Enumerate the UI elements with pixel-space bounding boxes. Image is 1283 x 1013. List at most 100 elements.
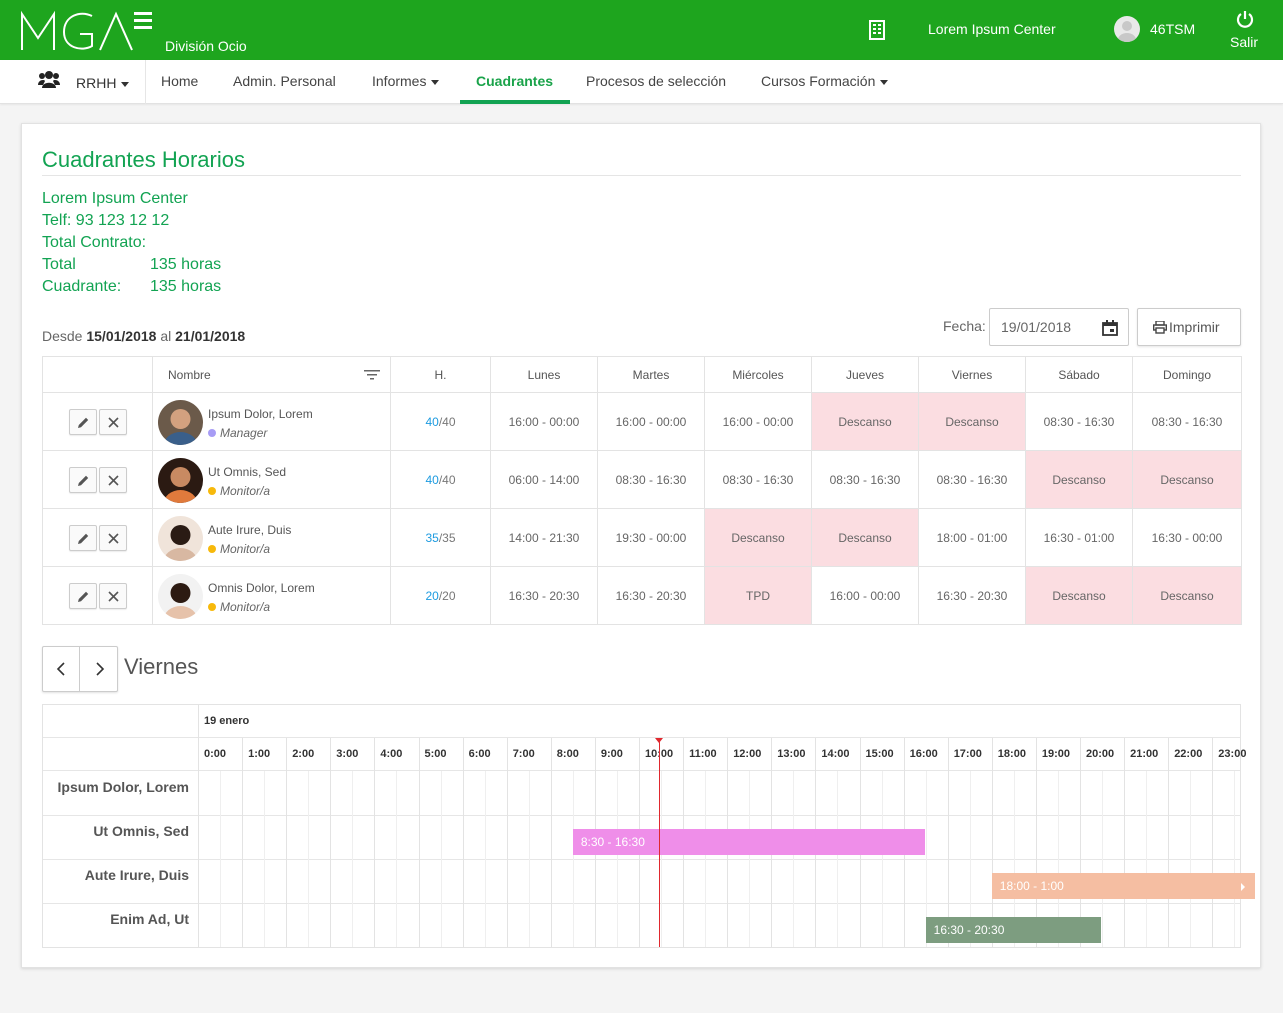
- center-name[interactable]: Lorem Ipsum Center: [928, 21, 1056, 37]
- building-icon: [869, 20, 885, 40]
- caret-down-icon: [431, 79, 440, 85]
- timeline-hour-label: 18:00: [997, 748, 1026, 760]
- delete-button[interactable]: [98, 408, 127, 435]
- delete-button[interactable]: [98, 582, 127, 609]
- nav-group-rrhh[interactable]: RRHH: [0, 60, 146, 104]
- shift-cell[interactable]: Descanso: [1025, 566, 1133, 625]
- next-day-button[interactable]: [81, 647, 118, 691]
- shift-cell[interactable]: 16:30 - 01:00: [1025, 508, 1133, 567]
- shift-cell[interactable]: 16:30 - 20:30: [597, 566, 705, 625]
- name-header[interactable]: Nombre: [152, 356, 391, 393]
- timeline-hour-label: 8:00: [556, 748, 579, 760]
- nav-admin-personal[interactable]: Admin. Personal: [233, 73, 336, 89]
- shift-cell[interactable]: 08:30 - 16:30: [1132, 392, 1242, 451]
- nav-informes[interactable]: Informes: [372, 73, 440, 89]
- row-actions: [42, 566, 153, 625]
- shift-cell[interactable]: 08:30 - 16:30: [1025, 392, 1133, 451]
- user-code[interactable]: 46TSM: [1150, 21, 1195, 37]
- shift-cell[interactable]: 16:30 - 20:30: [490, 566, 598, 625]
- date-input[interactable]: 19/01/2018: [989, 308, 1129, 346]
- shift-cell[interactable]: Descanso: [1132, 450, 1242, 509]
- shift-cell[interactable]: 08:30 - 16:30: [918, 450, 1026, 509]
- nav-home[interactable]: Home: [161, 73, 198, 89]
- table-header-row: Nombre H. Lunes Martes Miércoles Jueves …: [42, 356, 1242, 393]
- timeline-gridline: [550, 738, 552, 947]
- shift-cell[interactable]: Descanso: [811, 508, 919, 567]
- chevron-right-icon: [96, 662, 105, 676]
- shift-cell[interactable]: 19:30 - 00:00: [597, 508, 705, 567]
- edit-button[interactable]: [68, 524, 97, 551]
- employee-cell[interactable]: Ut Omnis, Sed Monitor/a: [152, 450, 391, 509]
- shift-cell[interactable]: 16:00 - 00:00: [490, 392, 598, 451]
- shift-cell[interactable]: 16:30 - 00:00: [1132, 508, 1242, 567]
- nav-procesos-seleccion[interactable]: Procesos de selección: [586, 73, 726, 89]
- employee-cell[interactable]: Omnis Dolor, Lorem Monitor/a: [152, 566, 391, 625]
- nav-cuadrantes[interactable]: Cuadrantes: [476, 73, 553, 89]
- employee-cell[interactable]: Aute Irure, Duis Monitor/a: [152, 508, 391, 567]
- shift-bar[interactable]: 8:30 - 16:30: [572, 829, 925, 855]
- shift-bar-label: 18:00 - 1:00: [999, 879, 1064, 893]
- role-dot: [208, 428, 216, 437]
- employee-name: Ipsum Dolor, Lorem: [208, 406, 313, 421]
- day-header: Jueves: [811, 356, 919, 393]
- shift-cell[interactable]: 08:30 - 16:30: [704, 450, 812, 509]
- calendar-icon[interactable]: [1102, 320, 1118, 336]
- hours-done[interactable]: 20: [425, 589, 438, 603]
- hours-done[interactable]: 40: [425, 415, 438, 429]
- table-row: Omnis Dolor, Lorem Monitor/a 20/20 16:30 - …: [42, 566, 1242, 625]
- shift-cell[interactable]: 18:00 - 01:00: [918, 508, 1026, 567]
- user-avatar[interactable]: [1114, 16, 1140, 42]
- shift-bar[interactable]: 16:30 - 20:30: [925, 917, 1102, 943]
- print-button[interactable]: Imprimir: [1137, 308, 1241, 346]
- shift-cell[interactable]: Descanso: [1132, 566, 1242, 625]
- shift-cell[interactable]: Descanso: [704, 508, 812, 567]
- shift-cell[interactable]: Descanso: [811, 392, 919, 451]
- power-icon[interactable]: [1236, 10, 1254, 28]
- timeline-hour-label: 17:00: [953, 748, 982, 760]
- timeline-gridline: [1168, 738, 1170, 947]
- timeline-gridline: [572, 771, 574, 947]
- timeline-row-label: Ipsum Dolor, Lorem: [57, 779, 189, 795]
- mga-logo[interactable]: [20, 8, 160, 54]
- shift-cell[interactable]: 16:00 - 00:00: [597, 392, 705, 451]
- hours-total: /35: [438, 530, 456, 545]
- logout-button[interactable]: Salir: [1230, 34, 1258, 50]
- shift-cell[interactable]: Descanso: [918, 392, 1026, 451]
- employee-cell[interactable]: Ipsum Dolor, Lorem Manager: [152, 392, 391, 451]
- shift-bar[interactable]: 18:00 - 1:00: [991, 873, 1256, 899]
- shift-cell[interactable]: Descanso: [1025, 450, 1133, 509]
- role-dot: [208, 602, 216, 611]
- day-title: Viernes: [124, 654, 199, 679]
- timeline-gridline: [374, 738, 376, 947]
- hours-done[interactable]: 35: [425, 531, 438, 545]
- nav-cursos-formacion[interactable]: Cursos Formación: [761, 73, 889, 89]
- delete-button[interactable]: [98, 524, 127, 551]
- shift-cell[interactable]: 14:00 - 21:30: [490, 508, 598, 567]
- page-title: Cuadrantes Horarios: [42, 147, 245, 172]
- timeline-hour-label: 2:00: [292, 748, 315, 760]
- shift-cell[interactable]: 08:30 - 16:30: [597, 450, 705, 509]
- center-info: Lorem Ipsum Center: [42, 190, 188, 207]
- hours-total: /20: [438, 588, 456, 603]
- hours-cell: 20/20: [390, 566, 491, 625]
- shift-cell[interactable]: 16:00 - 00:00: [704, 392, 812, 451]
- timeline-gridline: [352, 771, 354, 947]
- edit-button[interactable]: [68, 582, 97, 609]
- shift-cell[interactable]: 16:30 - 20:30: [918, 566, 1026, 625]
- shift-cell[interactable]: 08:30 - 16:30: [811, 450, 919, 509]
- shift-cell[interactable]: TPD: [704, 566, 812, 625]
- users-icon: [38, 71, 60, 88]
- shift-bar-label: 8:30 - 16:30: [580, 835, 645, 849]
- edit-button[interactable]: [68, 466, 97, 493]
- shift-cell[interactable]: 06:00 - 14:00: [490, 450, 598, 509]
- timeline-hour-label: 7:00: [512, 748, 535, 760]
- shift-cell[interactable]: 16:00 - 00:00: [811, 566, 919, 625]
- timeline-gridline: [1124, 738, 1126, 947]
- hours-done[interactable]: 40: [425, 473, 438, 487]
- filter-icon[interactable]: [364, 369, 380, 381]
- edit-button[interactable]: [68, 408, 97, 435]
- delete-button[interactable]: [98, 466, 127, 493]
- nav-informes-label: Informes: [372, 73, 427, 89]
- prev-day-button[interactable]: [43, 647, 80, 691]
- timeline-row-label: Enim Ad, Ut: [110, 911, 189, 927]
